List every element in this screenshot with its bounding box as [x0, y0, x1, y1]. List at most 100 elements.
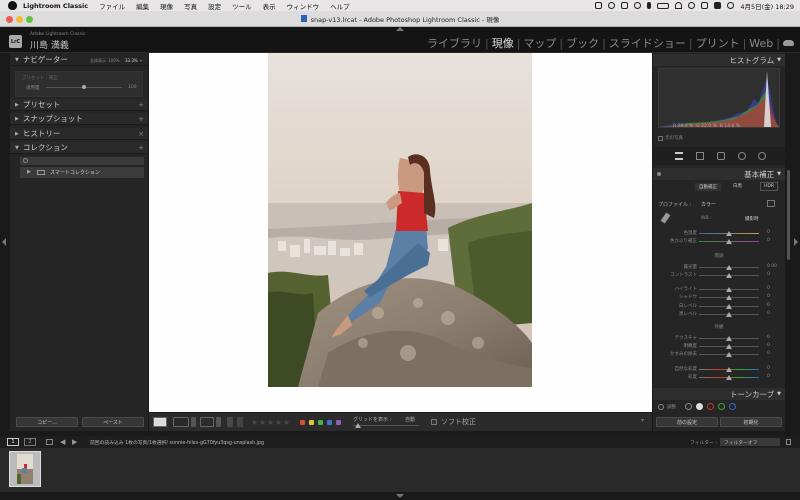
reject-flag-icon[interactable]	[237, 417, 243, 427]
edit-sliders-icon[interactable]	[675, 152, 683, 160]
back-arrow-icon[interactable]: ◀	[60, 438, 65, 446]
zoom-33[interactable]: 33.3%	[125, 58, 138, 63]
point-curve-blue-icon[interactable]	[729, 403, 736, 410]
vibrance-slider[interactable]	[699, 367, 759, 372]
reference-menu-icon[interactable]	[216, 417, 221, 427]
soft-proof-checkbox[interactable]	[431, 419, 437, 425]
point-curve-green-icon[interactable]	[718, 403, 725, 410]
add-collection-icon[interactable]: +	[138, 144, 144, 152]
add-preset-icon[interactable]: +	[138, 101, 144, 109]
history-header[interactable]: ▶ ヒストリー ×	[10, 128, 148, 140]
menu-settings[interactable]: 設定	[208, 1, 221, 11]
highlights-slider[interactable]	[699, 287, 759, 292]
module-slideshow[interactable]: スライドショー	[609, 35, 686, 51]
exposure-slider[interactable]	[699, 265, 759, 270]
sync-icon[interactable]	[608, 2, 616, 9]
temp-slider[interactable]	[699, 231, 759, 236]
temp-value[interactable]: 0	[767, 230, 770, 235]
dehaze-value[interactable]: 0	[767, 351, 770, 356]
loupe-view-button[interactable]	[153, 417, 167, 427]
profile-select[interactable]: カラー	[701, 201, 716, 208]
collapse-right-panel-icon[interactable]	[794, 238, 798, 246]
collection-filter[interactable]	[20, 157, 144, 165]
contrast-value[interactable]: 0	[767, 272, 770, 277]
menu-tools[interactable]: ツール	[232, 1, 252, 11]
menu-develop[interactable]: 現像	[160, 1, 173, 11]
auto-tone-button[interactable]: 自動補正	[695, 183, 721, 191]
page-2-button[interactable]: 2	[24, 438, 36, 446]
whites-knob[interactable]	[726, 304, 732, 309]
point-curve-white-icon[interactable]	[696, 403, 703, 410]
shadows-value[interactable]: 0	[767, 294, 770, 299]
before-after-menu-icon[interactable]	[191, 417, 196, 427]
page-1-button[interactable]: 1	[7, 438, 19, 446]
original-photo-checkbox[interactable]	[658, 136, 663, 141]
collection-list-item[interactable]: ▶ スマートコレクション	[20, 167, 144, 178]
grid-overlay-value[interactable]: 自動	[405, 416, 415, 423]
color-label-purple[interactable]	[336, 420, 341, 425]
grid-overlay-slider[interactable]	[353, 423, 419, 428]
blacks-slider[interactable]	[699, 312, 759, 317]
module-library[interactable]: ライブラリ	[427, 35, 482, 51]
rating-star-icon[interactable]: ★	[267, 418, 274, 427]
texture-slider[interactable]	[699, 336, 759, 341]
bluetooth-icon[interactable]	[647, 2, 652, 9]
menu-help[interactable]: ヘルプ	[330, 1, 350, 11]
siri-icon[interactable]	[727, 2, 735, 9]
input-method-icon[interactable]	[714, 2, 722, 9]
menu-view[interactable]: 表示	[263, 1, 276, 11]
copy-settings-button[interactable]: コピー...	[16, 417, 78, 427]
collapse-top-panel-icon[interactable]	[396, 27, 404, 31]
menu-file[interactable]: ファイル	[99, 1, 125, 11]
before-after-button[interactable]	[173, 417, 189, 427]
collapse-left-panel-icon[interactable]	[2, 238, 6, 246]
paste-settings-button[interactable]: ペースト	[82, 417, 144, 427]
shadows-knob[interactable]	[726, 295, 732, 300]
cloud-icon[interactable]	[783, 40, 794, 46]
crop-icon[interactable]	[696, 152, 704, 160]
highlights-knob[interactable]	[726, 287, 732, 292]
zoom-menu-icon[interactable]: ▾	[140, 58, 142, 63]
histogram-graph[interactable]	[658, 68, 780, 128]
minimize-window-button[interactable]	[16, 16, 23, 23]
temp-knob[interactable]	[726, 231, 732, 236]
saturation-knob[interactable]	[726, 375, 732, 380]
module-print[interactable]: プリント	[696, 35, 740, 51]
filmstrip-thumbnail[interactable]	[9, 451, 41, 487]
module-book[interactable]: ブック	[566, 35, 599, 51]
snapshots-header[interactable]: ▶ スナップショット +	[10, 113, 148, 125]
tone-curve-header[interactable]: トーンカーブ ▼	[653, 388, 785, 400]
clarity-knob[interactable]	[726, 344, 732, 349]
dehaze-slider[interactable]	[699, 352, 759, 357]
navigator-header[interactable]: ▼ ナビゲーター 全体表示 100% 33.3% ▾	[10, 54, 148, 66]
grid-overlay-knob[interactable]	[355, 423, 361, 428]
module-map[interactable]: マップ	[523, 35, 556, 51]
rating-star-icon[interactable]: ★	[259, 418, 266, 427]
wb-select[interactable]: 撮影時	[745, 216, 759, 222]
saturation-value[interactable]: 0	[767, 374, 770, 379]
filter-select[interactable]: フィルターオフ	[720, 438, 780, 446]
zoom-100[interactable]: 100%	[108, 58, 119, 63]
play-icon[interactable]	[634, 2, 642, 9]
color-label-red[interactable]	[300, 420, 305, 425]
clarity-slider[interactable]	[699, 344, 759, 349]
blacks-value[interactable]: 0	[767, 311, 770, 316]
menu-app-name[interactable]: Lightroom Classic	[23, 2, 88, 10]
preset-amount-slider[interactable]	[46, 85, 122, 89]
rating-star-icon[interactable]: ★	[251, 418, 258, 427]
flag-icon[interactable]	[227, 417, 233, 427]
apple-icon[interactable]	[8, 1, 17, 10]
clarity-value[interactable]: 0	[767, 343, 770, 348]
tint-slider[interactable]	[699, 239, 759, 244]
parametric-curve-icon[interactable]	[685, 403, 692, 410]
search-icon[interactable]	[688, 2, 696, 9]
vibrance-knob[interactable]	[726, 367, 732, 372]
reference-view-button[interactable]	[200, 417, 214, 427]
camera-icon[interactable]	[621, 2, 629, 9]
whites-value[interactable]: 0	[767, 303, 770, 308]
blacks-knob[interactable]	[726, 312, 732, 317]
control-center-icon[interactable]	[701, 2, 709, 9]
wifi-icon[interactable]	[675, 2, 683, 9]
preset-amount-knob[interactable]	[82, 85, 86, 89]
previous-settings-button[interactable]: 前の設定	[656, 417, 718, 427]
